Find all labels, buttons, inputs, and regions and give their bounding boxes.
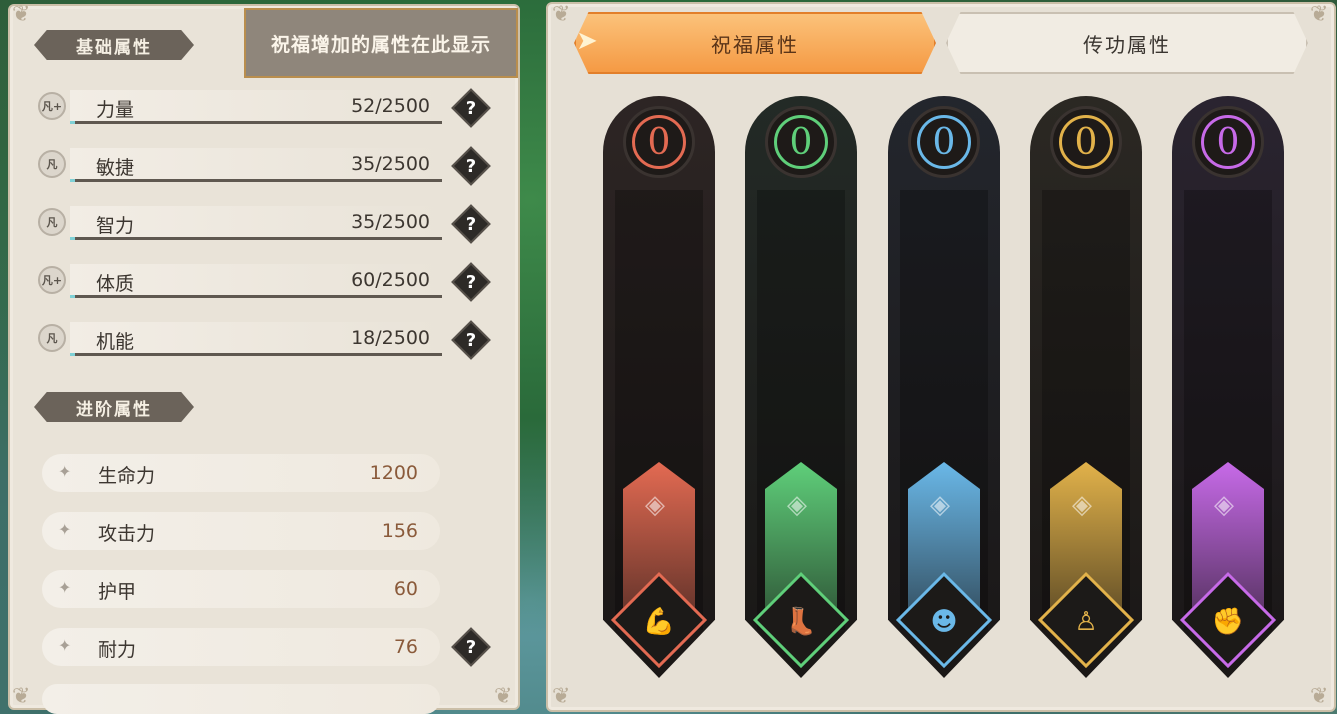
attribute-value: 18/2500 xyxy=(351,327,430,349)
advanced-row-vitality: ✦ 生命力 1200 xyxy=(42,454,440,492)
count-badge: 0 xyxy=(908,106,980,178)
attribute-name: 机能 xyxy=(96,331,135,353)
question-icon: ? xyxy=(465,271,477,293)
advanced-attributes-title: 进阶属性 xyxy=(34,392,194,422)
attribute-name: 智力 xyxy=(96,215,135,237)
advanced-value: 1200 xyxy=(369,462,418,484)
count-value: 0 xyxy=(917,115,971,169)
spiral-icon: ◈ xyxy=(1072,490,1092,520)
question-icon: ? xyxy=(465,329,477,351)
pillar-constitution[interactable]: 0 ◈ ♙ xyxy=(1030,96,1142,678)
pillar-strength[interactable]: 0 ◈ 💪 xyxy=(603,96,715,678)
fist-icon: ✊ xyxy=(1211,607,1245,637)
rank-icon: 凡+ xyxy=(38,266,66,294)
question-icon: ? xyxy=(465,155,477,177)
attribute-bar: 敏捷 35/2500 xyxy=(70,148,442,182)
count-badge: 0 xyxy=(623,106,695,178)
rank-icon: 凡 xyxy=(38,208,66,236)
question-icon: ? xyxy=(465,97,477,119)
sparkle-icon: ✦ xyxy=(58,520,72,539)
ornament-corner-icon: ❦ xyxy=(1310,2,1329,27)
attribute-row-agility: 凡 敏捷 35/2500 xyxy=(38,144,444,188)
advanced-value: 76 xyxy=(393,636,418,658)
advanced-row-attack: ✦ 攻击力 156 xyxy=(42,512,440,550)
spiral-icon: ◈ xyxy=(787,490,807,520)
spiral-icon: ◈ xyxy=(645,490,665,520)
attribute-row-constitution: 凡+ 体质 60/2500 xyxy=(38,260,444,304)
ornament-corner-icon: ❦ xyxy=(552,684,571,709)
advanced-value: 60 xyxy=(393,578,418,600)
spiral-icon: ◈ xyxy=(930,490,950,520)
question-icon: ? xyxy=(465,213,477,235)
advanced-name: 护甲 xyxy=(98,581,137,603)
pillar-function[interactable]: 0 ◈ ✊ xyxy=(1172,96,1284,678)
muscle-arm-icon: 💪 xyxy=(642,607,676,637)
winged-boot-icon: 👢 xyxy=(784,607,818,637)
rank-icon: 凡+ xyxy=(38,92,66,120)
attribute-name: 体质 xyxy=(96,273,135,295)
attribute-row-strength: 凡+ 力量 52/2500 xyxy=(38,86,444,130)
attribute-name: 力量 xyxy=(96,99,135,121)
advanced-value: 156 xyxy=(381,520,418,542)
sparkle-icon: ✦ xyxy=(58,462,72,481)
ornament-corner-icon: ❦ xyxy=(12,2,31,27)
help-button-constitution[interactable]: ? xyxy=(451,262,491,302)
rank-icon: 凡 xyxy=(38,324,66,352)
ornament-corner-icon: ❦ xyxy=(552,2,571,27)
help-button-stamina[interactable]: ? xyxy=(451,627,491,667)
help-button-function[interactable]: ? xyxy=(451,320,491,360)
attribute-bar: 智力 35/2500 xyxy=(70,206,442,240)
attribute-bar: 体质 60/2500 xyxy=(70,264,442,298)
head-icon: ☻ xyxy=(930,607,958,637)
attribute-value: 52/2500 xyxy=(351,95,430,117)
attribute-value: 35/2500 xyxy=(351,211,430,233)
attribute-value: 60/2500 xyxy=(351,269,430,291)
ornament-corner-icon: ❦ xyxy=(494,684,513,709)
help-button-agility[interactable]: ? xyxy=(451,146,491,186)
question-icon: ? xyxy=(465,636,477,658)
attribute-bar: 机能 18/2500 xyxy=(70,322,442,356)
count-value: 0 xyxy=(1059,115,1113,169)
help-button-intellect[interactable]: ? xyxy=(451,204,491,244)
pillar-agility[interactable]: 0 ◈ 👢 xyxy=(745,96,857,678)
base-attributes-title: 基础属性 xyxy=(34,30,194,60)
sparkle-icon: ✦ xyxy=(58,636,72,655)
advanced-row-partial xyxy=(42,684,440,714)
count-badge: 0 xyxy=(765,106,837,178)
body-icon: ♙ xyxy=(1074,607,1098,637)
pillar-intellect[interactable]: 0 ◈ ☻ xyxy=(888,96,1000,678)
advanced-row-stamina: ✦ 耐力 76 xyxy=(42,628,440,666)
advanced-name: 耐力 xyxy=(98,639,137,661)
count-value: 0 xyxy=(1201,115,1255,169)
sparkle-icon: ✦ xyxy=(58,578,72,597)
advanced-name: 攻击力 xyxy=(98,523,156,545)
count-badge: 0 xyxy=(1050,106,1122,178)
tab-transfer[interactable]: 传功属性 xyxy=(946,12,1308,74)
count-value: 0 xyxy=(632,115,686,169)
attribute-row-intellect: 凡 智力 35/2500 xyxy=(38,202,444,246)
help-button-strength[interactable]: ? xyxy=(451,88,491,128)
count-value: 0 xyxy=(774,115,828,169)
advanced-name: 生命力 xyxy=(98,465,156,487)
attribute-bar: 力量 52/2500 xyxy=(70,90,442,124)
attribute-value: 35/2500 xyxy=(351,153,430,175)
ornament-corner-icon: ❦ xyxy=(12,684,31,709)
arrow-icon: ➤ xyxy=(576,26,598,56)
rank-icon: 凡 xyxy=(38,150,66,178)
attribute-name: 敏捷 xyxy=(96,157,135,179)
count-badge: 0 xyxy=(1192,106,1264,178)
spiral-icon: ◈ xyxy=(1214,490,1234,520)
blessing-tooltip: 祝福增加的属性在此显示 xyxy=(244,8,518,78)
ornament-corner-icon: ❦ xyxy=(1310,684,1329,709)
attribute-row-function: 凡 机能 18/2500 xyxy=(38,318,444,362)
advanced-row-armor: ✦ 护甲 60 xyxy=(42,570,440,608)
